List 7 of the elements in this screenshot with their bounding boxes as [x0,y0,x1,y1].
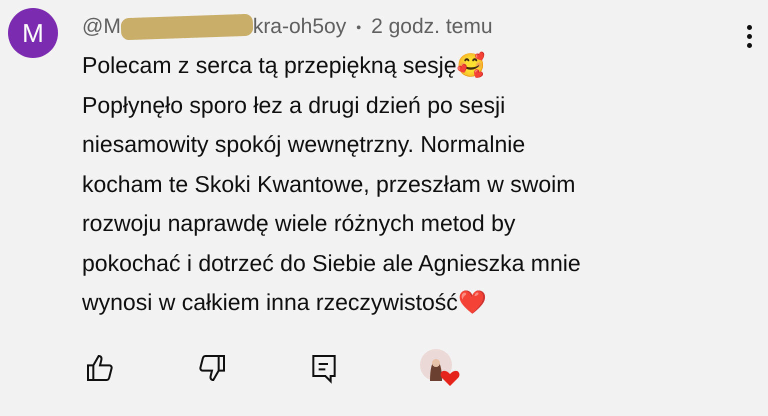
author-name[interactable]: kra-oh5oy [252,11,346,43]
more-icon[interactable] [745,22,754,50]
avatar[interactable]: M [8,8,58,58]
separator: • [356,18,362,36]
author-name[interactable]: @M [82,11,121,43]
comment-time: 2 godz. temu [371,14,493,40]
comment-text: Polecam z serca tą przepiękną sesję🥰 Popłynęło sporo łez a drugi dzień po sesji niesamowity spokój wewnętrzny. Normalnie kocham te Skoki Kwantowe, przeszłam w swoim rozwoju naprawdę wiele różnych metod by pokochać i dotrzeć do Siebie ale Agnieszka mnie wynosi w całkiem inna rzeczywistość❤ [82,50,582,317]
